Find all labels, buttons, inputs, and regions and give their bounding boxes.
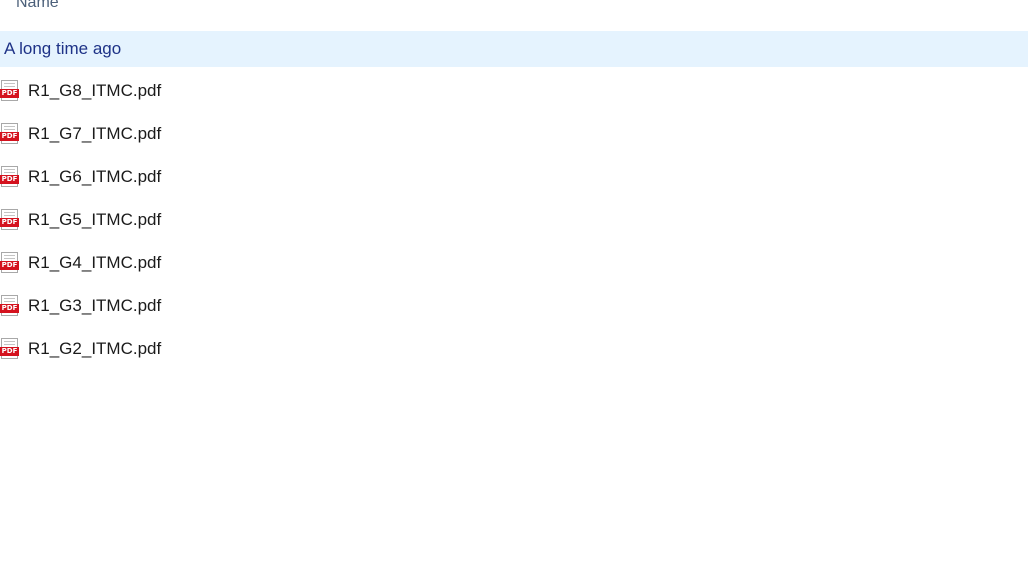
pdf-icon: PDF [0, 251, 20, 274]
file-row[interactable]: PDF R1_G8_ITMC.pdf [0, 69, 1028, 112]
file-row[interactable]: PDF R1_G7_ITMC.pdf [0, 112, 1028, 155]
group-label: A long time ago [4, 39, 122, 58]
pdf-icon: PDF [0, 165, 20, 188]
pdf-badge: PDF [0, 346, 19, 356]
file-name[interactable]: R1_G2_ITMC.pdf [28, 339, 161, 359]
file-name[interactable]: R1_G8_ITMC.pdf [28, 81, 161, 101]
pdf-badge: PDF [0, 174, 19, 184]
file-name[interactable]: R1_G6_ITMC.pdf [28, 167, 161, 187]
file-list: PDF R1_G8_ITMC.pdf PDF R1_G7_ITMC.pdf PD… [0, 69, 1028, 370]
file-name[interactable]: R1_G4_ITMC.pdf [28, 253, 161, 273]
pdf-icon: PDF [0, 337, 20, 360]
file-row[interactable]: PDF R1_G5_ITMC.pdf [0, 198, 1028, 241]
group-header[interactable]: A long time ago [0, 31, 1028, 67]
file-row[interactable]: PDF R1_G6_ITMC.pdf [0, 155, 1028, 198]
pdf-badge: PDF [0, 88, 19, 98]
file-row[interactable]: PDF R1_G2_ITMC.pdf [0, 327, 1028, 370]
file-row[interactable]: PDF R1_G3_ITMC.pdf [0, 284, 1028, 327]
pdf-badge: PDF [0, 260, 19, 270]
pdf-badge: PDF [0, 217, 19, 227]
pdf-badge: PDF [0, 131, 19, 141]
file-name[interactable]: R1_G5_ITMC.pdf [28, 210, 161, 230]
file-name[interactable]: R1_G7_ITMC.pdf [28, 124, 161, 144]
file-name[interactable]: R1_G3_ITMC.pdf [28, 296, 161, 316]
pdf-icon: PDF [0, 122, 20, 145]
file-row[interactable]: PDF R1_G4_ITMC.pdf [0, 241, 1028, 284]
pdf-icon: PDF [0, 294, 20, 317]
pdf-badge: PDF [0, 303, 19, 313]
pdf-icon: PDF [0, 79, 20, 102]
pdf-icon: PDF [0, 208, 20, 231]
file-list-view: Name A long time ago PDF R1_G8_ITMC.pdf … [0, 0, 1028, 577]
column-header-name[interactable]: Name [16, 0, 59, 12]
